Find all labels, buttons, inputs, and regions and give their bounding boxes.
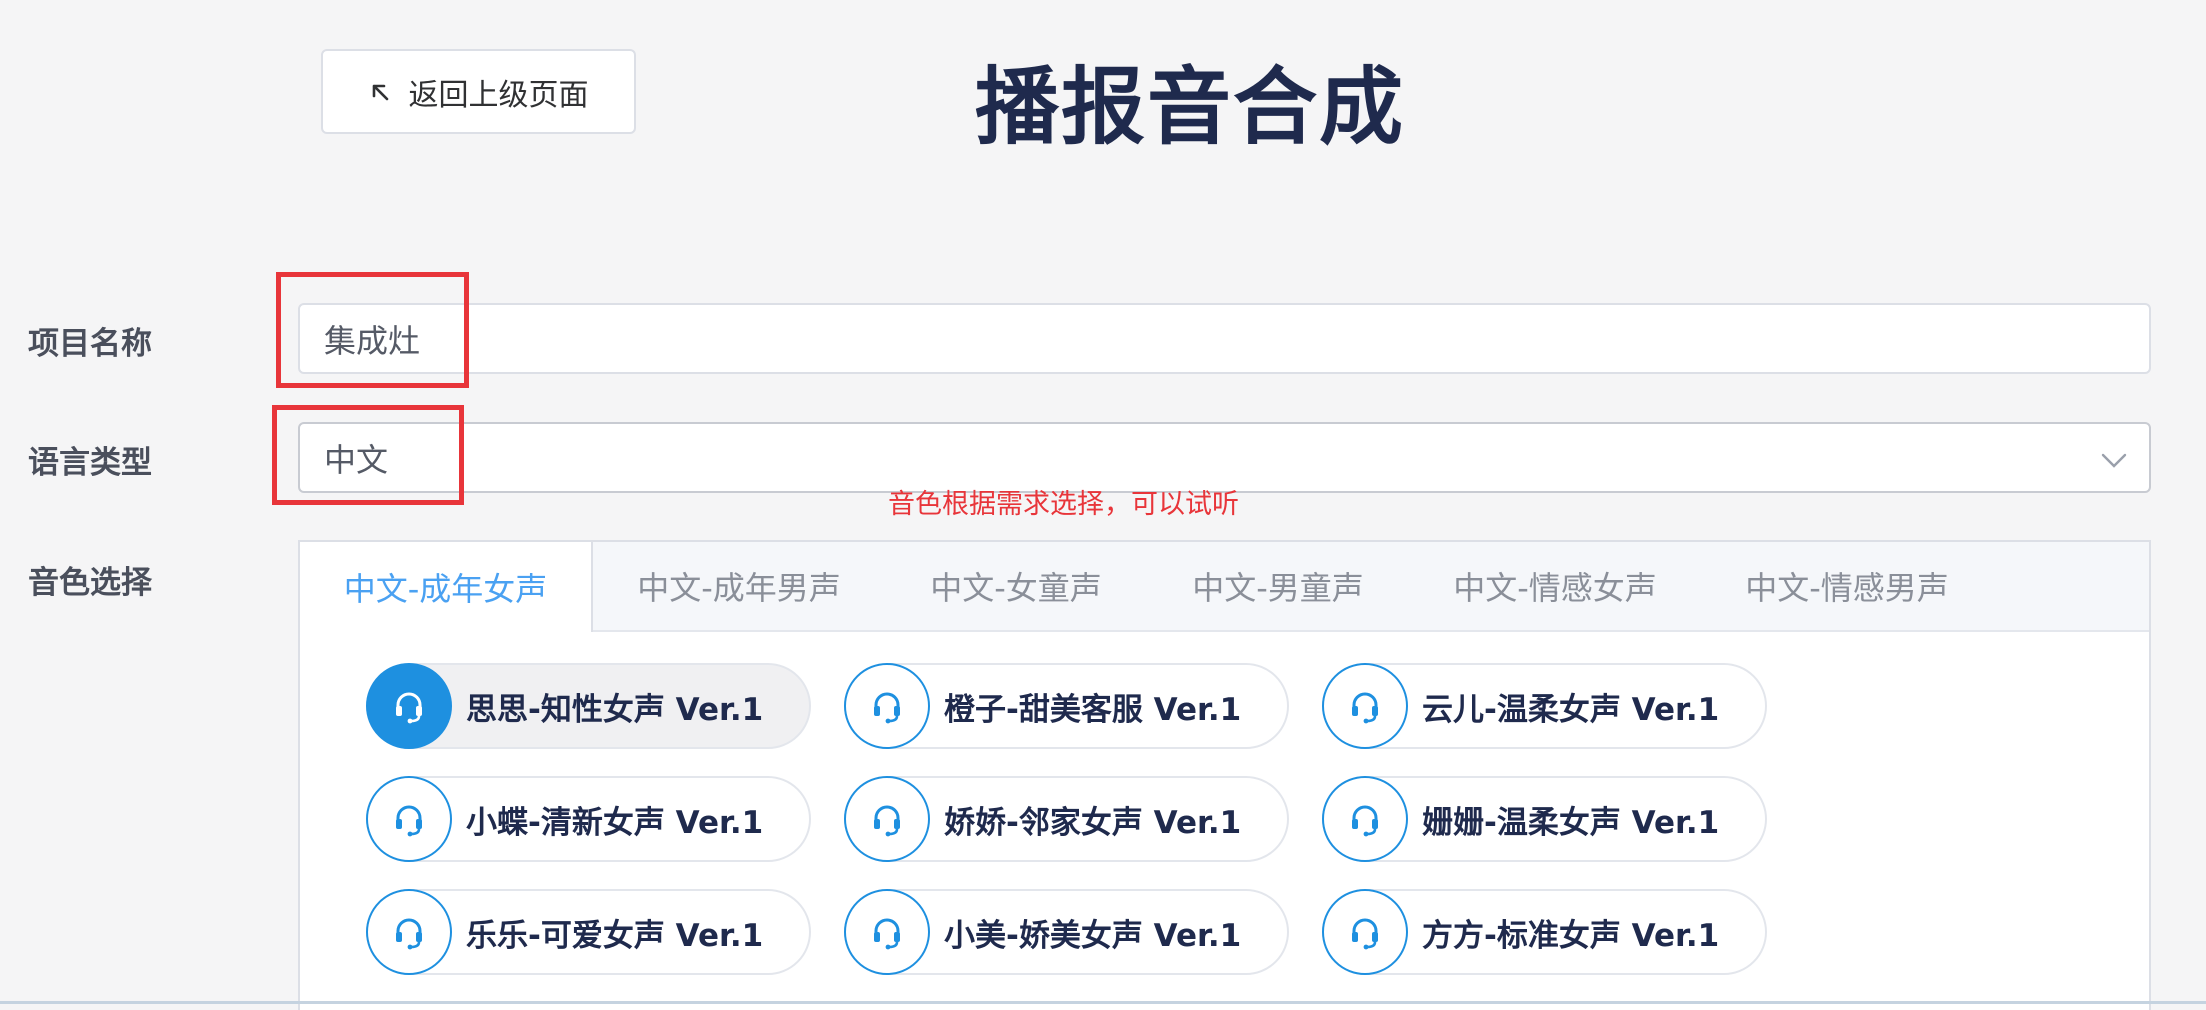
headset-icon — [1322, 663, 1408, 749]
voice-option-label: 思思-知性女声 Ver.1 — [466, 691, 764, 728]
voice-option-label: 姗姗-温柔女声 Ver.1 — [1422, 804, 1720, 841]
voice-tab-bar: 中文-成年女声 中文-成年男声 中文-女童声 中文-男童声 中文-情感女声 中文… — [300, 542, 2149, 632]
language-value: 中文 — [324, 440, 389, 479]
tab-boy[interactable]: 中文-男童声 — [1147, 542, 1409, 630]
voice-option-label: 娇娇-邻家女声 Ver.1 — [944, 804, 1242, 841]
voice-option-xiaomei[interactable]: 小美-娇美女声 Ver.1 — [844, 889, 1289, 975]
voice-option-label: 乐乐-可爱女声 Ver.1 — [466, 917, 764, 954]
chevron-down-icon — [2101, 439, 2127, 477]
voice-option-xiaodie[interactable]: 小蝶-清新女声 Ver.1 — [366, 776, 811, 862]
voice-option-label: 橙子-甜美客服 Ver.1 — [944, 691, 1242, 728]
headset-icon — [844, 663, 930, 749]
headset-icon — [366, 889, 452, 975]
tab-emotional-male[interactable]: 中文-情感男声 — [1701, 542, 1993, 630]
tab-girl[interactable]: 中文-女童声 — [885, 542, 1147, 630]
voice-option-label: 小蝶-清新女声 Ver.1 — [466, 804, 764, 841]
voice-option-jiaojiao[interactable]: 娇娇-邻家女声 Ver.1 — [844, 776, 1289, 862]
headset-icon — [366, 663, 452, 749]
project-name-value: 集成灶 — [324, 321, 421, 360]
voice-option-shanshan[interactable]: 姗姗-温柔女声 Ver.1 — [1322, 776, 1767, 862]
language-label: 语言类型 — [28, 445, 152, 481]
voice-select-label: 音色选择 — [28, 565, 152, 601]
page-title: 播报音合成 — [974, 58, 1405, 156]
tab-emotional-female[interactable]: 中文-情感女声 — [1409, 542, 1701, 630]
voice-option-chengzi[interactable]: 橙子-甜美客服 Ver.1 — [844, 663, 1289, 749]
headset-icon — [1322, 776, 1408, 862]
headset-icon — [844, 889, 930, 975]
headset-icon — [1322, 889, 1408, 975]
voice-option-yuner[interactable]: 云儿-温柔女声 Ver.1 — [1322, 663, 1767, 749]
voice-option-label: 云儿-温柔女声 Ver.1 — [1422, 691, 1720, 728]
voice-option-fangfang[interactable]: 方方-标准女声 Ver.1 — [1322, 889, 1767, 975]
tab-adult-male[interactable]: 中文-成年男声 — [593, 542, 885, 630]
project-name-label: 项目名称 — [28, 326, 152, 362]
annotation-hint: 音色根据需求选择，可以试听 — [888, 489, 1239, 520]
headset-icon — [366, 776, 452, 862]
project-name-input[interactable]: 集成灶 — [298, 303, 2151, 374]
voice-option-label: 方方-标准女声 Ver.1 — [1422, 917, 1720, 954]
tab-adult-female[interactable]: 中文-成年女声 — [300, 542, 593, 632]
voice-option-sisi[interactable]: 思思-知性女声 Ver.1 — [366, 663, 811, 749]
voice-option-lele[interactable]: 乐乐-可爱女声 Ver.1 — [366, 889, 811, 975]
voice-option-label: 小美-娇美女声 Ver.1 — [944, 917, 1242, 954]
headset-icon — [844, 776, 930, 862]
